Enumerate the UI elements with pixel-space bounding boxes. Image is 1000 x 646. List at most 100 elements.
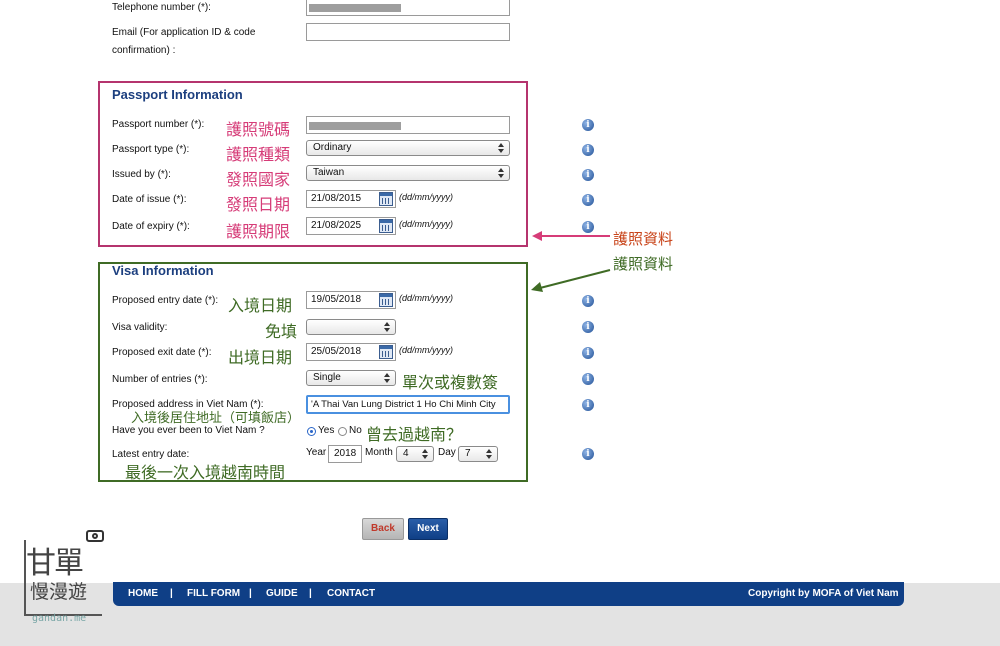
select-arrows-icon [384,373,390,383]
entry-date-input[interactable]: 19/05/2018 [306,291,396,309]
day-label: Day [438,447,456,458]
month-label: Month [365,447,393,458]
entries-note: 單次或複數簽 [402,373,499,392]
email-input[interactable] [306,23,510,41]
date-of-expiry-note: 護照期限 [226,222,291,241]
day-value: 7 [465,448,471,459]
month-value: 4 [403,448,409,459]
camera-icon [86,530,104,542]
exit-date-note: 出境日期 [228,348,293,367]
visa-section-title: Visa Information [112,263,214,278]
info-icon[interactable]: i [582,169,594,181]
entry-date-value: 19/05/2018 [311,294,362,305]
telephone-input[interactable] [306,0,510,16]
footer-bar: HOME | FILL FORM | GUIDE | CONTACT Copyr… [113,582,904,606]
redacted-value [309,4,401,12]
passport-number-input[interactable] [306,116,510,134]
email-label-line1: Email (For application ID & code [112,27,256,38]
select-arrows-icon [422,449,428,459]
passport-arrow-head [532,231,542,241]
passport-type-value: Ordinary [313,142,352,153]
passport-section-title: Passport Information [112,87,243,102]
redacted-value [309,122,401,130]
calendar-icon[interactable] [379,345,393,359]
no-radio[interactable] [338,427,347,436]
info-icon[interactable]: i [582,119,594,131]
date-of-expiry-label: Date of expiry (*): [112,221,190,232]
footer-fill-form-link[interactable]: FILL FORM [187,582,240,606]
issued-by-value: Taiwan [313,167,345,178]
logo-line1: 甘單 [26,546,84,581]
calendar-icon[interactable] [379,293,393,307]
exit-date-input[interactable]: 25/05/2018 [306,343,396,361]
passport-annotation: 護照資料 [613,230,674,248]
passport-number-note: 護照號碼 [226,120,291,139]
entry-date-note: 入境日期 [228,296,293,315]
exit-date-label: Proposed exit date (*): [112,347,212,358]
latest-entry-note: 最後一次入境越南時間 [125,463,286,482]
year-input[interactable]: 2018 [328,445,362,463]
info-icon[interactable]: i [582,144,594,156]
address-input[interactable]: 'A Thai Van Lung District 1 Ho Chi Minh … [306,395,510,414]
visa-validity-select[interactable] [306,319,396,335]
info-icon[interactable]: i [582,347,594,359]
footer-contact-link[interactable]: CONTACT [327,582,375,606]
telephone-label: Telephone number (*): [112,2,211,13]
passport-number-label: Passport number (*): [112,119,205,130]
back-button[interactable]: Back [362,518,404,540]
passport-type-select[interactable]: Ordinary [306,140,510,156]
date-of-expiry-value: 21/08/2025 [311,220,362,231]
annotation-arrows [531,231,611,292]
date-format-hint: (dd/mm/yyyy) [399,293,453,303]
select-arrows-icon [498,143,504,153]
footer-separator: | [309,588,312,599]
next-button[interactable]: Next [408,518,448,540]
footer-guide-link[interactable]: GUIDE [266,582,298,606]
passport-type-label: Passport type (*): [112,144,190,155]
month-select[interactable]: 4 [396,446,434,462]
exit-date-value: 25/05/2018 [311,346,362,357]
year-label: Year [306,447,327,458]
info-icon[interactable]: i [582,448,594,460]
yes-radio[interactable] [307,427,316,436]
issued-by-select[interactable]: Taiwan [306,165,510,181]
entries-select[interactable]: Single [306,370,396,386]
date-of-expiry-input[interactable]: 21/08/2025 [306,217,396,235]
select-arrows-icon [384,322,390,332]
footer-separator: | [170,588,173,599]
watermark-url: gandan.me [32,613,87,624]
entries-value: Single [313,372,341,383]
logo-line2: 慢漫遊 [30,581,88,603]
date-of-issue-value: 21/08/2015 [311,193,362,204]
date-format-hint: (dd/mm/yyyy) [399,345,453,355]
no-label: No [349,425,362,436]
visa-annotation: 護照資料 [613,255,674,273]
info-icon[interactable]: i [582,194,594,206]
info-icon[interactable]: i [582,399,594,411]
footer-home-link[interactable]: HOME [128,582,158,606]
calendar-icon[interactable] [379,192,393,206]
date-of-issue-label: Date of issue (*): [112,194,187,205]
visa-arrow-line [539,269,611,289]
calendar-icon[interactable] [379,219,393,233]
been-to-vietnam-label: Have you ever been to Viet Nam ? [112,425,265,436]
issued-by-label: Issued by (*): [112,169,171,180]
footer-copyright: Copyright by MOFA of Viet Nam [748,588,899,599]
been-note: 曾去過越南？ [366,425,463,444]
email-label-line2: confirmation) : [112,45,176,56]
entries-label: Number of entries (*): [112,374,208,385]
info-icon[interactable]: i [582,373,594,385]
watermark-logo: 甘單 慢漫遊 [24,530,104,616]
info-icon[interactable]: i [582,321,594,333]
day-select[interactable]: 7 [458,446,498,462]
date-format-hint: (dd/mm/yyyy) [399,219,453,229]
date-of-issue-input[interactable]: 21/08/2015 [306,190,396,208]
date-of-issue-note: 發照日期 [226,195,291,214]
date-format-hint: (dd/mm/yyyy) [399,192,453,202]
visa-validity-note: 免填 [265,322,298,341]
visa-validity-label: Visa validity: [112,322,168,333]
issued-by-note: 發照國家 [226,170,291,189]
radio-dot [310,430,313,433]
entry-date-label: Proposed entry date (*): [112,295,219,306]
camera-lens [92,533,98,539]
